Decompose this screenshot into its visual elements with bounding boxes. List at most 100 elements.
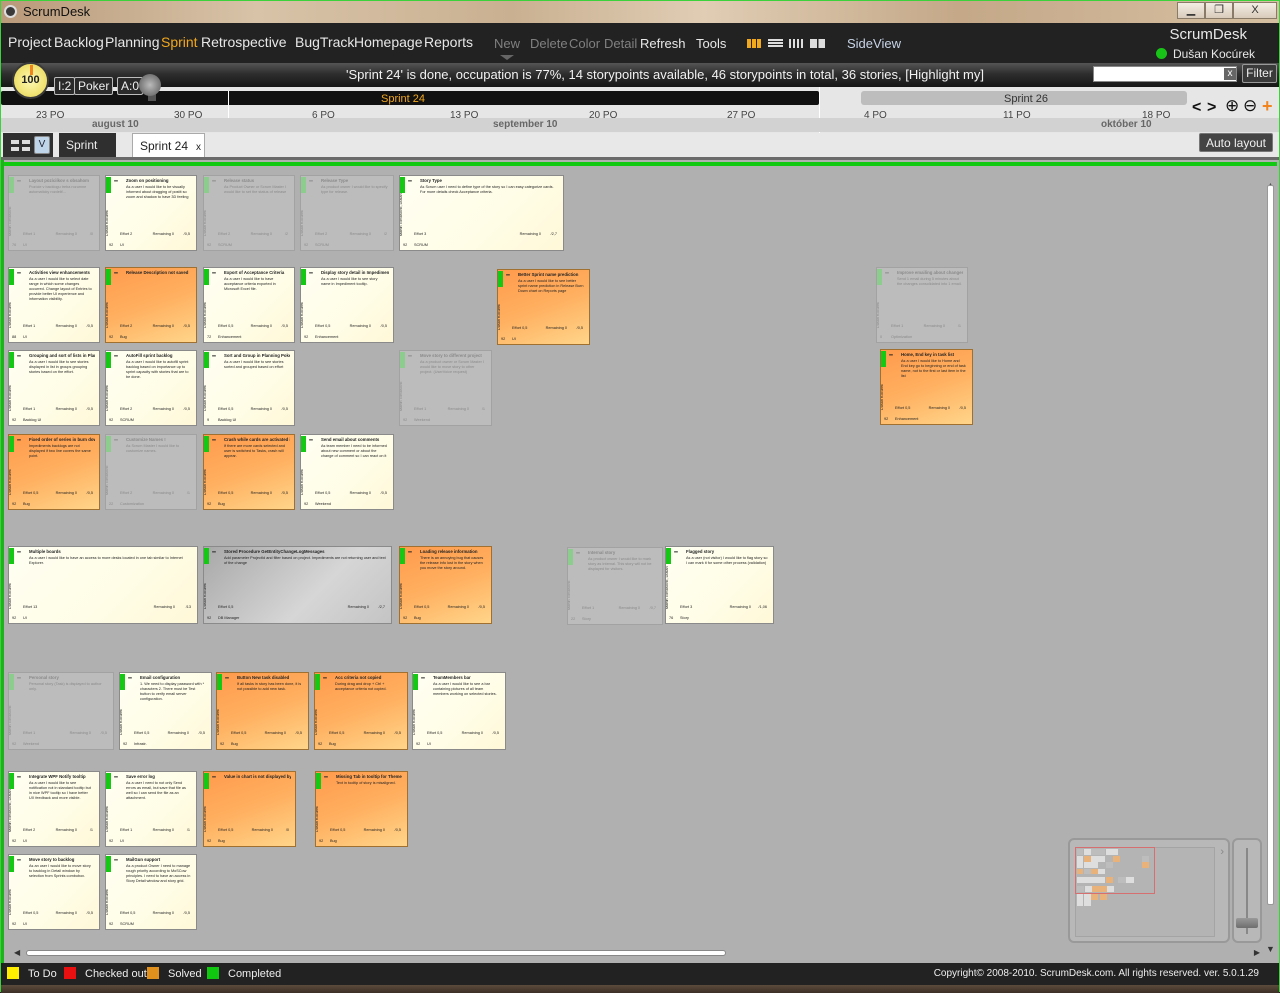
story-card[interactable]: ▪▪▪▪ Sort and Group in Planning Poker As a… <box>203 350 295 426</box>
story-card[interactable]: ▪▪▪▪ Flagged story As a user (not visitor)… <box>665 546 774 624</box>
card-drag-handle-icon[interactable]: ▪▪▪▪ <box>128 675 132 680</box>
filter-input[interactable] <box>1093 66 1237 82</box>
board-dropdown-button[interactable]: V <box>34 136 50 154</box>
menu-backlog[interactable]: Backlog <box>54 34 104 50</box>
card-drag-handle-icon[interactable]: ▪▪▪▪ <box>114 178 118 183</box>
story-card[interactable]: ▪▪▪▪ AutoFill sprint backlog As a user I w… <box>105 350 197 426</box>
story-card[interactable]: ▪▪▪▪ Email configuration 1. We need to dis… <box>119 672 212 750</box>
story-card[interactable]: ▪▪▪▪ Multiple boards As a user I would lik… <box>8 546 198 624</box>
timeline-prev-button[interactable]: < <box>1192 99 1201 117</box>
card-drag-handle-icon[interactable]: ▪▪▪▪ <box>506 272 510 277</box>
card-drag-handle-icon[interactable]: ▪▪▪▪ <box>421 675 425 680</box>
story-card[interactable]: ▪▪▪▪ Save error log As a user I need to no… <box>105 771 197 847</box>
board-minimap[interactable]: › <box>1068 838 1230 943</box>
story-card[interactable]: ▪▪▪▪ Activities view enhancements As a use… <box>8 267 100 343</box>
card-drag-handle-icon[interactable]: ▪▪▪▪ <box>408 178 412 183</box>
story-card[interactable]: ▪▪▪▪ Send email about comments As team mem… <box>300 434 394 510</box>
filter-button[interactable]: Filter <box>1242 64 1277 83</box>
scroll-left-icon[interactable]: ◀ <box>14 948 20 957</box>
menu-retrospective[interactable]: Retrospective <box>201 34 287 50</box>
tab-sprint-25[interactable]: Sprint 25x <box>59 133 116 176</box>
card-drag-handle-icon[interactable]: ▪▪▪▪ <box>323 675 327 680</box>
sprint-occupation-gauge[interactable]: 100 <box>12 62 49 99</box>
card-drag-handle-icon[interactable]: ▪▪▪▪ <box>17 549 21 554</box>
card-drag-handle-icon[interactable]: ▪▪▪▪ <box>212 178 216 183</box>
columns-view-icon[interactable] <box>789 39 804 48</box>
menu-bugtrack[interactable]: BugTrack <box>295 34 354 50</box>
color-button[interactable]: Color <box>569 36 600 51</box>
tab-close-icon[interactable]: x <box>196 142 201 153</box>
sideview-button[interactable]: SideView <box>847 36 901 51</box>
card-drag-handle-icon[interactable]: ▪▪▪▪ <box>17 270 21 275</box>
card-drag-handle-icon[interactable]: ▪▪▪▪ <box>17 774 21 779</box>
story-card[interactable]: ▪▪▪▪ Better Sprint name prediction As a us… <box>497 269 590 345</box>
board-grid-icon[interactable] <box>11 140 30 151</box>
poker-button[interactable]: Poker <box>74 77 114 95</box>
card-drag-handle-icon[interactable]: ▪▪▪▪ <box>17 353 21 358</box>
card-drag-handle-icon[interactable]: ▪▪▪▪ <box>309 437 313 442</box>
story-card[interactable]: ▪▪▪▪ Release Description not saved Dušan K… <box>105 267 197 343</box>
card-drag-handle-icon[interactable]: ▪▪▪▪ <box>17 857 21 862</box>
card-drag-handle-icon[interactable]: ▪▪▪▪ <box>324 774 328 779</box>
card-drag-handle-icon[interactable]: ▪▪▪▪ <box>212 270 216 275</box>
card-drag-handle-icon[interactable]: ▪▪▪▪ <box>212 774 216 779</box>
card-drag-handle-icon[interactable]: ▪▪▪▪ <box>885 270 889 275</box>
story-card[interactable]: ▪▪▪▪ Release status As Product Owner or Sc… <box>203 175 295 251</box>
minimap-viewport[interactable] <box>1075 847 1155 894</box>
menu-reports[interactable]: Reports <box>424 34 473 50</box>
story-card[interactable]: ▪▪▪▪ Customize Names ! As Scrum Master I w… <box>105 434 197 510</box>
card-drag-handle-icon[interactable]: ▪▪▪▪ <box>114 857 118 862</box>
card-drag-handle-icon[interactable]: ▪▪▪▪ <box>17 437 21 442</box>
story-card[interactable]: ▪▪▪▪ Home, End key in task list As a user … <box>880 349 973 425</box>
story-card[interactable]: ▪▪▪▪ Move story to different project As a … <box>399 350 492 426</box>
card-drag-handle-icon[interactable]: ▪▪▪▪ <box>576 550 580 555</box>
story-card[interactable]: ▪▪▪▪ TeamMembers bar As a user I would lik… <box>412 672 506 750</box>
menu-homepage[interactable]: Homepage <box>354 34 423 50</box>
story-card[interactable]: ▪▪▪▪ Personal story Personal story (Task) … <box>8 672 114 750</box>
board-zoom-slider[interactable] <box>1232 838 1262 943</box>
story-card[interactable]: ▪▪▪▪ Missing Tab in tooltip for Theme Text… <box>315 771 408 847</box>
filter-clear-button[interactable]: x <box>1224 68 1236 80</box>
story-card[interactable]: ▪▪▪▪ Stored Procedure GetEntityChangeLogM… <box>203 546 392 624</box>
card-drag-handle-icon[interactable]: ▪▪▪▪ <box>212 437 216 442</box>
zoom-in-icon[interactable]: ⊕ <box>1225 96 1239 116</box>
mixed-view-icon[interactable] <box>810 39 825 48</box>
story-card[interactable]: ▪▪▪▪ MailGun support As a product Owner I … <box>105 854 197 930</box>
story-card[interactable]: ▪▪▪▪ Button New task disabled If all tasks… <box>216 672 309 750</box>
menu-planning[interactable]: Planning <box>105 34 160 50</box>
story-card[interactable]: ▪▪▪▪ Layout pozíciíkov s obsahom Pozície v… <box>8 175 100 251</box>
zoom-out-icon[interactable]: ⊖ <box>1243 96 1257 116</box>
tools-button[interactable]: Tools <box>696 36 726 51</box>
card-drag-handle-icon[interactable]: ▪▪▪▪ <box>114 774 118 779</box>
story-card[interactable]: ▪▪▪▪ Loading release information There is … <box>399 546 492 624</box>
story-card[interactable]: ▪▪▪▪ Export of Acceptance Criteria As a us… <box>203 267 295 343</box>
impediments-button[interactable]: I:2 <box>54 77 76 95</box>
card-drag-handle-icon[interactable]: ▪▪▪▪ <box>212 549 216 554</box>
scroll-down-icon[interactable]: ▼ <box>1266 944 1275 954</box>
minimap-expand-icon[interactable]: › <box>1220 846 1224 858</box>
timeline-next-button[interactable]: > <box>1207 99 1216 117</box>
story-card[interactable]: ▪▪▪▪ Crash while cards are activated in T… <box>203 434 295 510</box>
auto-layout-button[interactable]: Auto layout <box>1199 133 1273 152</box>
new-button[interactable]: New <box>494 36 520 51</box>
menu-project[interactable]: Project <box>8 34 52 50</box>
card-drag-handle-icon[interactable]: ▪▪▪▪ <box>114 270 118 275</box>
story-card[interactable]: ▪▪▪▪ Improve emailing about changes Send 1… <box>876 267 968 343</box>
delete-button[interactable]: Delete <box>530 36 568 51</box>
horizontal-scroll-thumb[interactable] <box>26 950 726 956</box>
close-button[interactable]: X <box>1233 2 1277 19</box>
zoom-slider-thumb[interactable] <box>1236 918 1258 928</box>
story-card[interactable]: ▪▪▪▪ Grouping and sort of lists in Planni… <box>8 350 100 426</box>
card-drag-handle-icon[interactable]: ▪▪▪▪ <box>309 178 313 183</box>
card-drag-handle-icon[interactable]: ▪▪▪▪ <box>17 675 21 680</box>
story-card[interactable]: ▪▪▪▪ Internal story As product owner I wou… <box>567 547 663 625</box>
list-view-icon[interactable] <box>768 39 783 48</box>
card-drag-handle-icon[interactable]: ▪▪▪▪ <box>674 549 678 554</box>
current-user[interactable]: Dušan Kocúrek <box>1155 47 1255 61</box>
scroll-right-icon[interactable]: ▶ <box>1254 948 1260 957</box>
sprint-status-message[interactable]: 'Sprint 24' is done, occupation is 77%, … <box>346 67 984 82</box>
story-card[interactable]: ▪▪▪▪ Value in chart is not displayed by d… <box>203 771 296 847</box>
story-card[interactable]: ▪▪▪▪ Zoom on positioning As a user I would… <box>105 175 197 251</box>
story-card[interactable]: ▪▪▪▪ Fixed order of series in burn down c… <box>8 434 100 510</box>
story-card[interactable]: ▪▪▪▪ Display story detail in Impediment t… <box>300 267 394 343</box>
